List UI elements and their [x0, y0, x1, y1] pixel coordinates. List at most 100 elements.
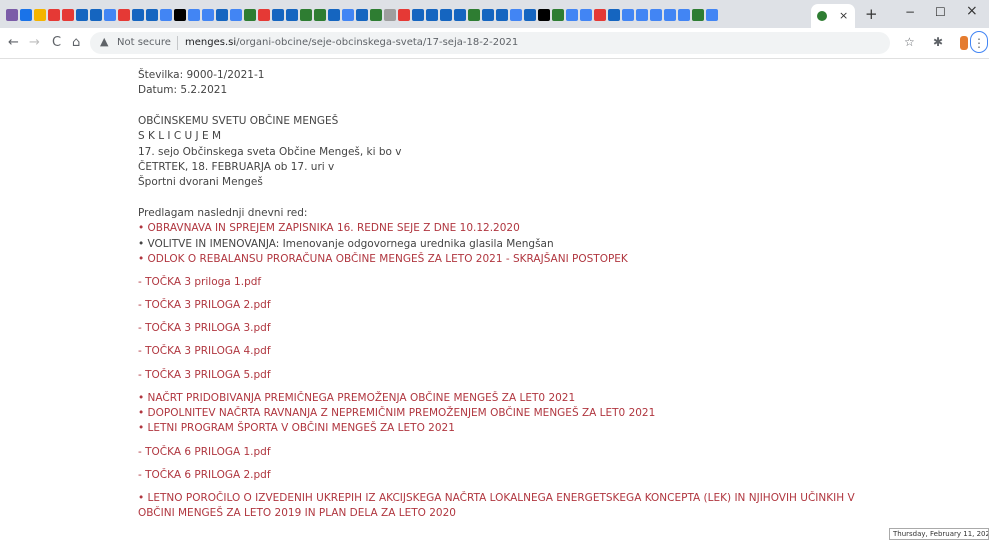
pinned-tab-favicon-icon[interactable] [678, 9, 690, 21]
pinned-tab-favicon-icon[interactable] [454, 9, 466, 21]
pinned-tab-favicon-icon[interactable] [594, 9, 606, 21]
warning-icon[interactable]: ▲ [100, 35, 108, 48]
pinned-tab-favicon-icon[interactable] [650, 9, 662, 21]
maximize-button[interactable]: ☐ [935, 5, 946, 19]
pinned-tab-favicon-icon[interactable] [188, 9, 200, 21]
pinned-tab-favicon-icon[interactable] [258, 9, 270, 21]
back-button[interactable]: ← [8, 35, 19, 50]
pinned-tab-favicon-icon[interactable] [384, 9, 396, 21]
reload-button[interactable]: C [52, 35, 61, 50]
pinned-tab-favicon-icon[interactable] [468, 9, 480, 21]
address-bar[interactable]: ▲ Not secure menges.si/organi-obcine/sej… [90, 32, 890, 54]
pinned-tab-favicon-icon[interactable] [62, 9, 74, 21]
page-content: Številka: 9000-1/2021-1 Datum: 5.2.2021 … [138, 68, 878, 522]
pinned-tab-favicon-icon[interactable] [244, 9, 256, 21]
pinned-tab-favicon-icon[interactable] [608, 9, 620, 21]
pinned-tab-favicon-icon[interactable] [706, 9, 718, 21]
attachment-link[interactable]: - TOČKA 6 PRILOGA 1.pdf [138, 445, 878, 460]
pinned-tab-favicon-icon[interactable] [48, 9, 60, 21]
pinned-tab-favicon-icon[interactable] [118, 9, 130, 21]
venue-line: Športni dvorani Mengeš [138, 176, 263, 189]
pinned-tab-favicon-icon[interactable] [356, 9, 368, 21]
minimize-button[interactable]: − [905, 5, 915, 19]
attachment-link[interactable]: - TOČKA 3 priloga 1.pdf [138, 275, 878, 290]
pinned-tab-favicon-icon[interactable] [6, 9, 18, 21]
pinned-tab-favicon-icon[interactable] [412, 9, 424, 21]
agenda-item-1-link[interactable]: • OBRAVNAVA IN SPREJEM ZAPISNIKA 16. RED… [138, 221, 878, 236]
pinned-tab-favicons [6, 9, 718, 21]
extensions-icon[interactable]: ✱ [933, 35, 943, 49]
pinned-tab-favicon-icon[interactable] [538, 9, 550, 21]
pinned-tab-favicon-icon[interactable] [328, 9, 340, 21]
convene-heading: S K L I C U J E M [138, 130, 222, 143]
pinned-tab-favicon-icon[interactable] [34, 9, 46, 21]
session-line: 17. sejo Občinskega sveta Občine Mengeš,… [138, 145, 402, 158]
agenda-item-6-link[interactable]: • LETNI PROGRAM ŠPORTA V OBČINI MENGEŠ Z… [138, 421, 878, 436]
pinned-tab-favicon-icon[interactable] [496, 9, 508, 21]
bookmark-star-icon[interactable]: ☆ [904, 35, 915, 49]
tab-close-icon[interactable]: × [839, 9, 848, 22]
url-text[interactable]: menges.si/organi-obcine/seje-obcinskega-… [185, 37, 518, 48]
attachment-link[interactable]: - TOČKA 3 PRILOGA 2.pdf [138, 298, 878, 313]
pinned-tab-favicon-icon[interactable] [286, 9, 298, 21]
pinned-tab-favicon-icon[interactable] [230, 9, 242, 21]
pinned-tab-favicon-icon[interactable] [566, 9, 578, 21]
pinned-tab-favicon-icon[interactable] [622, 9, 634, 21]
pinned-tab-favicon-icon[interactable] [636, 9, 648, 21]
pinned-tab-favicon-icon[interactable] [174, 9, 186, 21]
window-close-button[interactable]: × [966, 3, 978, 19]
pinned-tab-favicon-icon[interactable] [692, 9, 704, 21]
pinned-tab-favicon-icon[interactable] [552, 9, 564, 21]
url-path: /organi-obcine/seje-obcinskega-sveta/17-… [236, 37, 519, 48]
date-tooltip: Thursday, February 11, 2021 [889, 528, 989, 540]
security-label[interactable]: Not secure [117, 37, 171, 48]
pinned-tab-favicon-icon[interactable] [272, 9, 284, 21]
pinned-tab-favicon-icon[interactable] [90, 9, 102, 21]
pinned-tab-favicon-icon[interactable] [440, 9, 452, 21]
agenda-item-2: • VOLITVE IN IMENOVANJA: Imenovanje odgo… [138, 237, 554, 250]
forward-button[interactable]: → [29, 35, 40, 50]
date-time-line: ČETRTEK, 18. FEBRUARJA ob 17. uri v [138, 161, 335, 174]
tab-strip: × + − ☐ × [0, 0, 989, 28]
menu-icon[interactable]: ⋮ [970, 31, 988, 53]
pinned-tab-favicon-icon[interactable] [20, 9, 32, 21]
pinned-tab-favicon-icon[interactable] [524, 9, 536, 21]
omnibox-divider [177, 36, 178, 50]
home-button[interactable]: ⌂ [72, 35, 80, 50]
pinned-tab-favicon-icon[interactable] [146, 9, 158, 21]
pinned-tab-favicon-icon[interactable] [398, 9, 410, 21]
pinned-tab-favicon-icon[interactable] [104, 9, 116, 21]
pinned-tab-favicon-icon[interactable] [216, 9, 228, 21]
pinned-tab-favicon-icon[interactable] [370, 9, 382, 21]
agenda-item-5-link[interactable]: • DOPOLNITEV NAČRTA RAVNANJA Z NEPREMIČN… [138, 406, 878, 421]
pinned-tab-favicon-icon[interactable] [510, 9, 522, 21]
document-number: Številka: 9000-1/2021-1 [138, 69, 265, 81]
document-date: Datum: 5.2.2021 [138, 84, 228, 97]
pinned-tab-favicon-icon[interactable] [482, 9, 494, 21]
pinned-tab-favicon-icon[interactable] [132, 9, 144, 21]
browser-toolbar: ← → C ⌂ ▲ Not secure menges.si/organi-ob… [0, 28, 989, 59]
recipient: OBČINSKEMU SVETU OBČINE MENGEŠ [138, 114, 339, 127]
pinned-tab-favicon-icon[interactable] [160, 9, 172, 21]
pinned-tab-favicon-icon[interactable] [76, 9, 88, 21]
attachment-link[interactable]: - TOČKA 3 PRILOGA 5.pdf [138, 368, 878, 383]
pinned-tab-favicon-icon[interactable] [342, 9, 354, 21]
pinned-tab-favicon-icon[interactable] [300, 9, 312, 21]
extension-badge-icon[interactable] [960, 36, 968, 50]
pinned-tab-favicon-icon[interactable] [580, 9, 592, 21]
attachment-link[interactable]: - TOČKA 3 PRILOGA 4.pdf [138, 344, 878, 359]
new-tab-button[interactable]: + [865, 5, 878, 23]
agenda-intro: Predlagam naslednji dnevni red: [138, 206, 308, 219]
agenda-item-4-link[interactable]: • NAČRT PRIDOBIVANJA PREMIČNEGA PREMOŽEN… [138, 391, 878, 406]
url-domain: menges.si [185, 37, 237, 48]
agenda-item-3-link[interactable]: • ODLOK O REBALANSU PRORAČUNA OBČINE MEN… [138, 252, 878, 267]
active-tab[interactable]: × [811, 4, 855, 28]
pinned-tab-favicon-icon[interactable] [664, 9, 676, 21]
attachment-link[interactable]: - TOČKA 6 PRILOGA 2.pdf [138, 468, 878, 483]
pinned-tab-favicon-icon[interactable] [202, 9, 214, 21]
attachment-link[interactable]: - TOČKA 3 PRILOGA 3.pdf [138, 321, 878, 336]
pinned-tab-favicon-icon[interactable] [314, 9, 326, 21]
pinned-tab-favicon-icon[interactable] [426, 9, 438, 21]
agenda-item-7-link[interactable]: • LETNO POROČILO O IZVEDENIH UKREPIH IZ … [138, 491, 858, 522]
tab-favicon-icon [817, 11, 827, 21]
